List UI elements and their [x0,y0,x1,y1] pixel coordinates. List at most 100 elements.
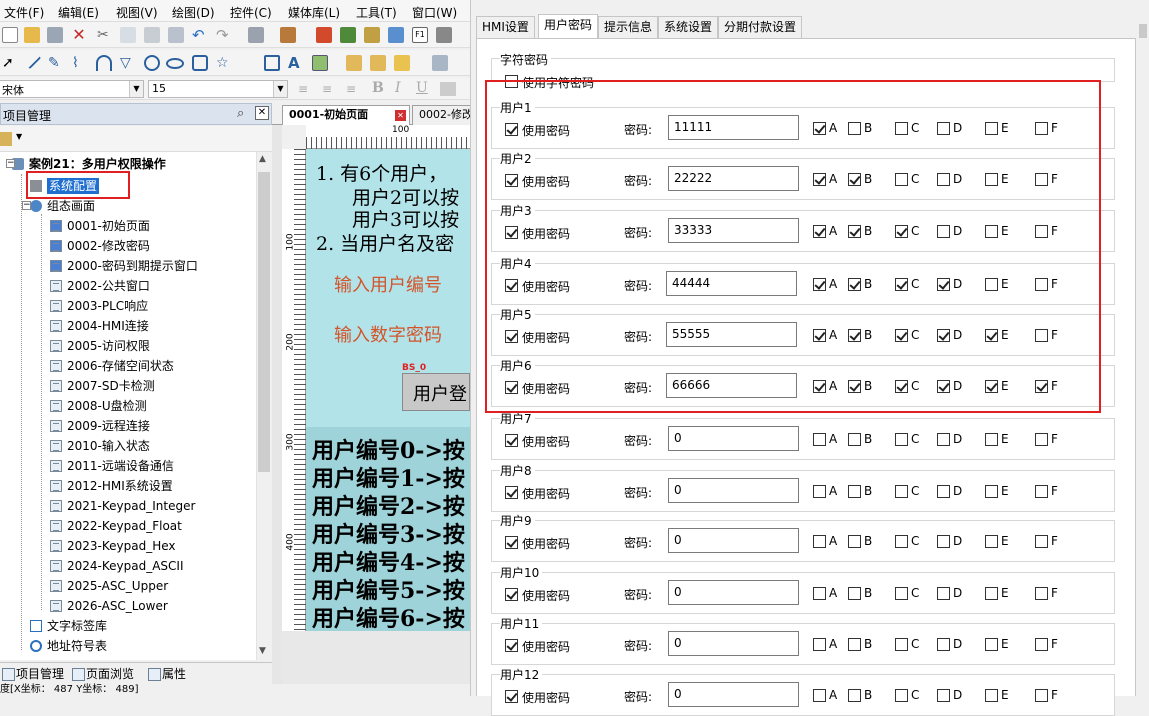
project-menu-icon[interactable] [0,132,12,146]
tree-item-text-tags[interactable]: 文字标签库 [30,616,107,636]
level-b-checkbox[interactable] [848,587,861,600]
level-a-checkbox[interactable] [813,485,826,498]
menu-item[interactable]: 媒体库(L) [288,4,340,21]
tab-installment-settings[interactable]: 分期付款设置 [718,16,803,38]
level-c-checkbox[interactable] [895,485,908,498]
tree-item-screen[interactable]: 2006-存储空间状态 [50,356,174,376]
tab-prompt-info[interactable]: 提示信息 [598,16,659,38]
arc-icon[interactable] [96,55,112,71]
dialog-scrollbar[interactable] [1137,0,1149,696]
lock-icon[interactable] [346,55,362,71]
font-size-select[interactable]: 15 ▼ [148,80,288,98]
level-c-checkbox[interactable] [895,535,908,548]
unlock-icon[interactable] [370,55,386,71]
tree-item-screens-folder[interactable]: 组态画面 [30,196,95,216]
menu-item[interactable]: 窗口(W) [412,4,457,21]
level-b-checkbox[interactable] [848,433,861,446]
tab-doc-0001[interactable]: 0001-初始页面 ✕ [282,105,410,125]
open-folder-icon[interactable] [24,27,40,43]
polygon-icon[interactable]: ▽ [120,55,136,71]
level-d-checkbox[interactable] [937,587,950,600]
level-f-checkbox[interactable] [1035,587,1048,600]
level-c-checkbox[interactable] [895,587,908,600]
delete-icon[interactable]: ✕ [71,27,87,43]
level-b-checkbox[interactable] [848,535,861,548]
menu-item[interactable]: 视图(V) [116,4,158,21]
align-center-icon[interactable]: ≡ [322,82,336,96]
input-user-label[interactable]: 输入用户编号 [334,271,442,297]
copy-icon[interactable] [120,27,136,43]
bold-icon[interactable]: B [372,80,384,96]
menu-item[interactable]: 控件(C) [230,4,272,21]
dialog-scroll-thumb[interactable] [1139,24,1147,38]
underline-icon[interactable]: U [416,80,428,96]
canvas-text-line[interactable]: 用户3可以按 [352,205,459,232]
tree-item-screen[interactable]: 2002-公共窗口 [50,276,150,296]
level-a-checkbox[interactable] [813,638,826,651]
ellipse-icon[interactable] [166,58,184,69]
book-icon[interactable] [280,27,296,43]
tree-item-screen[interactable]: 2009-远程连接 [50,416,150,436]
user-rule-line[interactable]: 用户编号6->按 [312,601,465,633]
font-select[interactable]: 宋体 ▼ [0,80,144,98]
circle-icon[interactable] [144,55,160,71]
tree-expander-icon[interactable]: − [22,201,31,210]
tree-item-screen[interactable]: 2000-密码到期提示窗口 [50,256,198,276]
login-button[interactable]: 用户登 [402,373,470,411]
level-d-checkbox[interactable] [937,433,950,446]
level-f-checkbox[interactable] [1035,485,1048,498]
use-password-checkbox[interactable] [505,588,518,601]
level-d-checkbox[interactable] [937,485,950,498]
tab-project-manage[interactable]: 项目管理 [0,664,64,684]
tree-scroll-thumb[interactable] [258,172,270,472]
level-e-checkbox[interactable] [985,587,998,600]
chevron-down-icon[interactable]: ▼ [16,132,22,141]
f1-help-icon[interactable]: F1 [412,27,428,43]
password-field[interactable]: 0 [668,528,799,553]
menu-item[interactable]: 编辑(E) [58,4,99,21]
tree-item-screen[interactable]: 2025-ASC_Upper [50,576,168,596]
level-f-checkbox[interactable] [1035,433,1048,446]
tab-properties[interactable]: 属性 [146,664,186,684]
tree-item-screen[interactable]: 2010-输入状态 [50,436,150,456]
duplicate-icon[interactable] [168,27,184,43]
tree-item-screen[interactable]: 2007-SD卡检测 [50,376,155,396]
tree-item-screen[interactable]: 0001-初始页面 [50,216,150,236]
level-c-checkbox[interactable] [895,433,908,446]
tab-page-browse[interactable]: 页面浏览 [70,664,134,684]
compile-icon[interactable] [340,27,356,43]
align-left-icon[interactable]: ≡ [298,82,312,96]
use-password-checkbox[interactable] [505,486,518,499]
text-icon[interactable]: A [288,55,304,71]
tree-item-screen[interactable]: 2023-Keypad_Hex [50,536,176,556]
pen-icon[interactable]: ✎ [48,55,64,71]
paste-icon[interactable] [144,27,160,43]
level-f-checkbox[interactable] [1035,638,1048,651]
level-f-checkbox[interactable] [1035,535,1048,548]
use-password-checkbox[interactable] [505,690,518,703]
level-b-checkbox[interactable] [848,485,861,498]
line-icon[interactable] [22,50,42,70]
align-right-icon[interactable]: ≡ [346,82,360,96]
close-icon[interactable]: ✕ [255,106,269,120]
image-icon[interactable] [312,55,328,71]
tree-item-screen[interactable]: 2008-U盘检测 [50,396,147,416]
password-field[interactable]: 0 [668,631,799,656]
tab-hmi-settings[interactable]: HMI设置 [476,16,535,38]
rectangle-icon[interactable] [264,55,280,71]
undo-icon[interactable]: ↶ [192,27,208,43]
tree-expander-icon[interactable]: − [6,159,15,168]
scroll-up-icon[interactable]: ▲ [259,154,266,164]
download-icon[interactable] [388,27,404,43]
level-a-checkbox[interactable] [813,535,826,548]
tree-item-screen[interactable]: 2004-HMI连接 [50,316,149,336]
new-file-icon[interactable] [2,27,18,43]
level-c-checkbox[interactable] [895,638,908,651]
use-password-checkbox[interactable] [505,536,518,549]
save-icon[interactable] [47,27,63,43]
level-e-checkbox[interactable] [985,433,998,446]
use-password-checkbox[interactable] [505,434,518,447]
menu-item[interactable]: 工具(T) [356,4,397,21]
level-e-checkbox[interactable] [985,638,998,651]
scroll-down-icon[interactable]: ▼ [259,646,266,656]
